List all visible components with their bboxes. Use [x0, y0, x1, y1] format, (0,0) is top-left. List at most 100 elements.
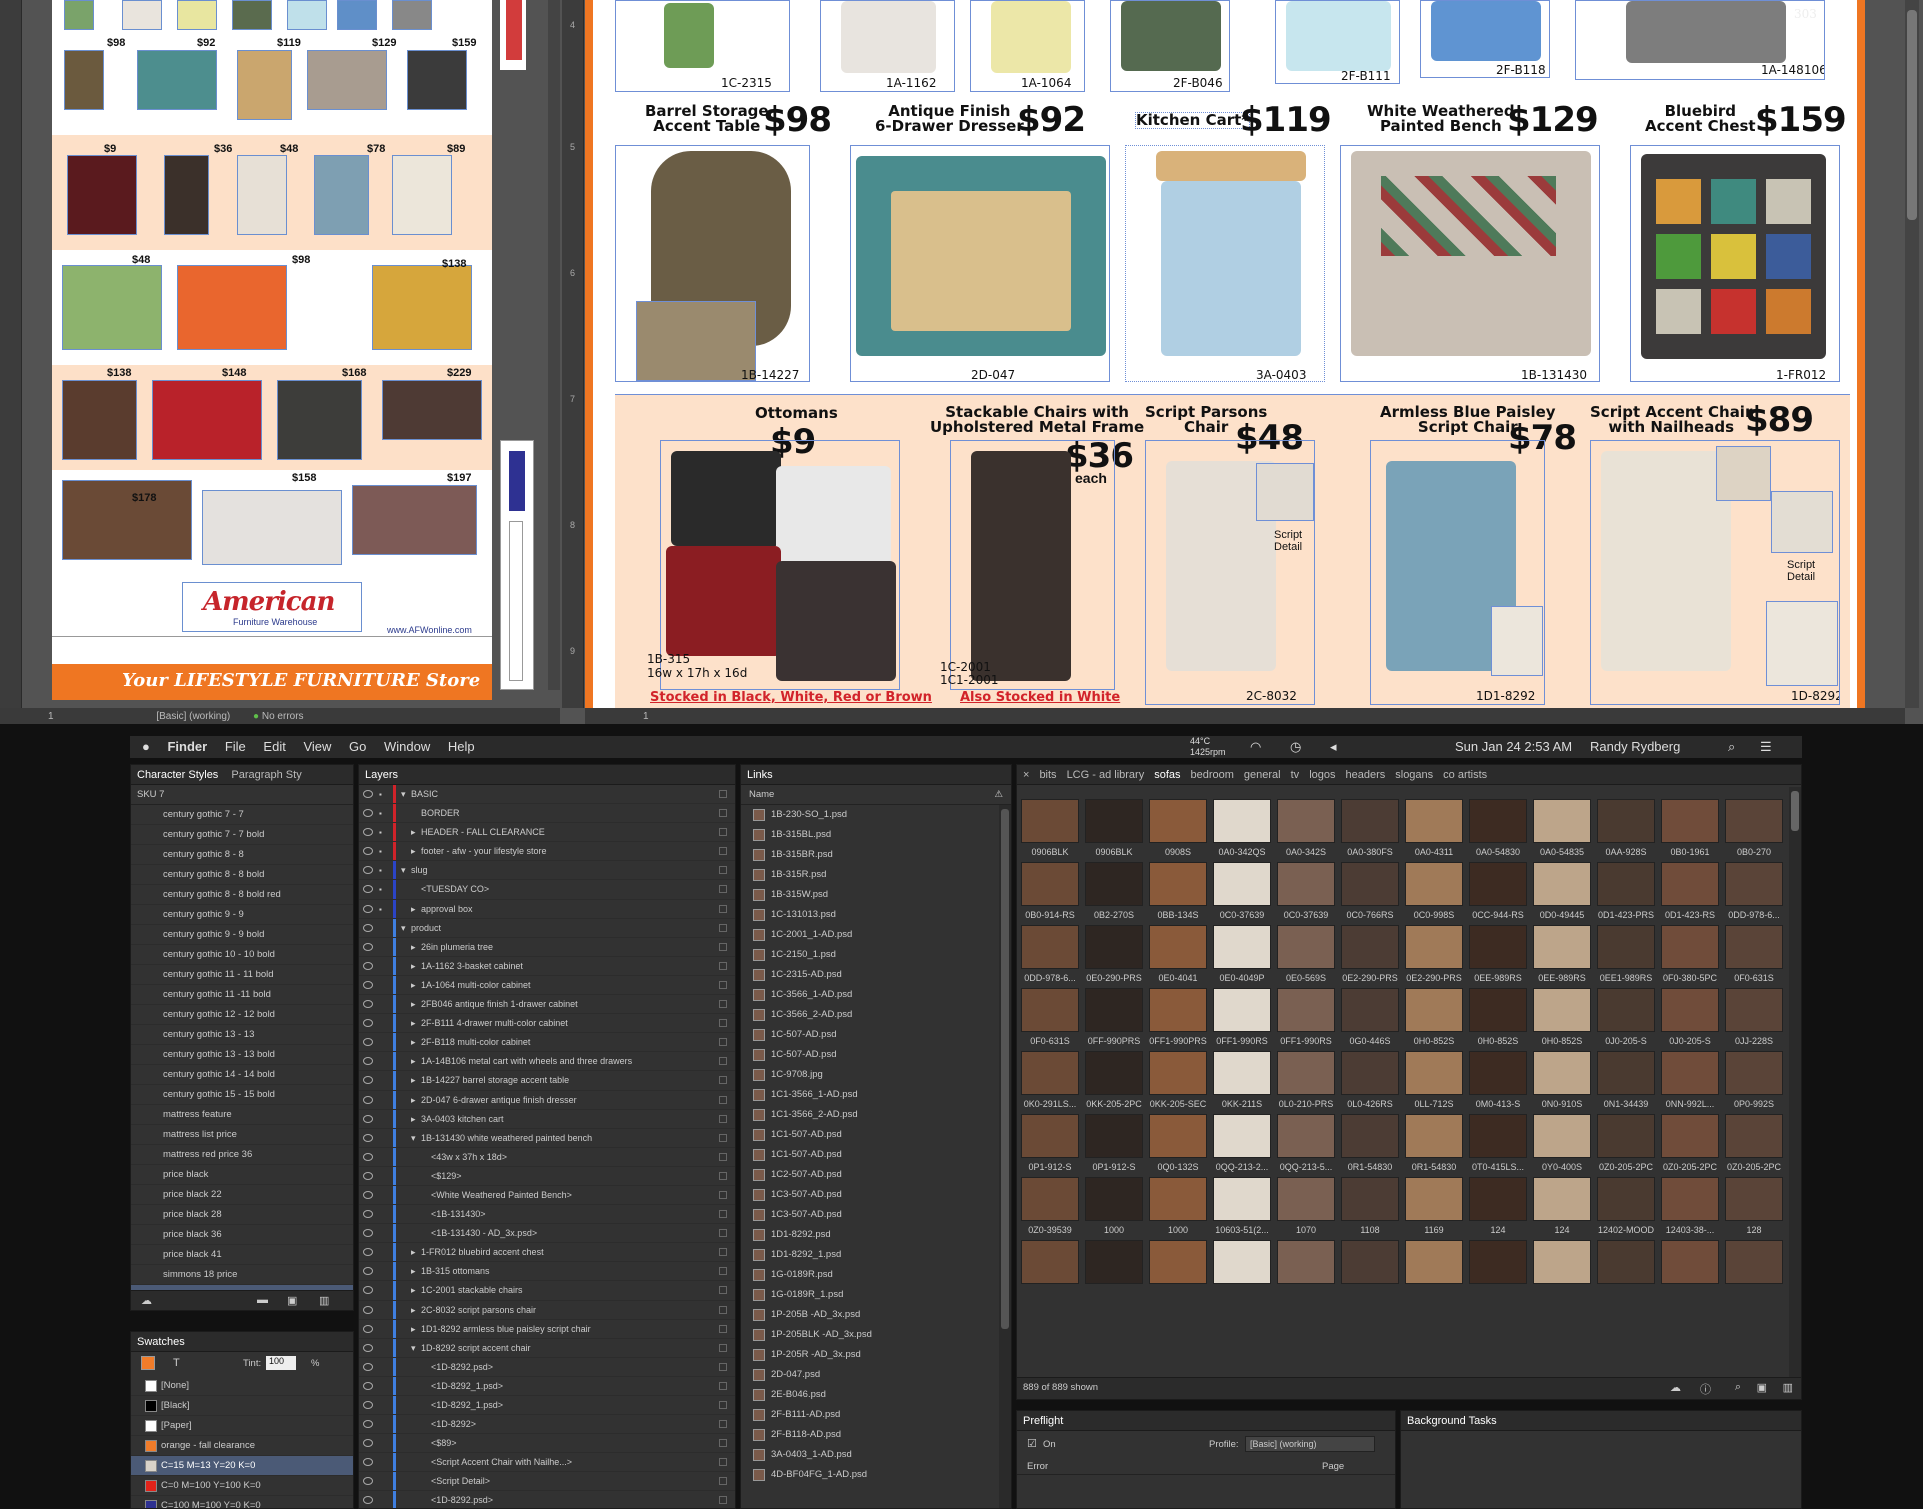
library-item[interactable]: 1070 [1275, 1173, 1337, 1245]
visibility-eye-icon[interactable] [363, 828, 373, 837]
library-item[interactable]: 0C0-998S [1403, 858, 1465, 930]
menu-go[interactable]: Go [349, 739, 366, 754]
layer-target-square[interactable] [719, 1000, 727, 1009]
library-item[interactable]: 0P1-912-S [1083, 1110, 1145, 1182]
expand-right-icon[interactable]: ▸ [411, 842, 416, 860]
layer-item[interactable]: ▸ 1-FR012 bluebird accent chest [359, 1243, 735, 1263]
wifi-icon[interactable]: ◠ [1250, 736, 1261, 758]
library-item[interactable]: 0K0-291LS... [1019, 1047, 1081, 1119]
expand-right-icon[interactable]: ▸ [411, 1262, 416, 1280]
swatch-item[interactable]: [None] [131, 1376, 353, 1396]
visibility-eye-icon[interactable] [363, 1114, 373, 1123]
layer-target-square[interactable] [719, 847, 727, 856]
layer-target-square[interactable] [719, 1496, 727, 1505]
character-style-item[interactable]: century gothic 13 - 13 bold [131, 1045, 353, 1065]
profile-select[interactable]: [Basic] (working) [1245, 1436, 1375, 1452]
layer-item[interactable]: ▪ ▸ footer - afw - your lifestyle store [359, 842, 735, 862]
library-item[interactable]: 1000 [1083, 1173, 1145, 1245]
library-item[interactable]: 0Z0-205-2PC [1723, 1110, 1785, 1182]
character-style-item[interactable]: price black 41 [131, 1245, 353, 1265]
link-item[interactable]: 2D-047.psd [741, 1365, 1011, 1385]
layer-target-square[interactable] [719, 1114, 727, 1123]
layer-target-square[interactable] [719, 1210, 727, 1219]
expand-down-icon[interactable]: ▾ [411, 1339, 416, 1357]
expand-right-icon[interactable]: ▸ [411, 1110, 416, 1128]
layer-item[interactable]: ▾ 1B-131430 white weathered painted bench [359, 1128, 735, 1148]
link-item[interactable]: 2E-B046.psd [741, 1385, 1011, 1405]
product-cell[interactable]: 1B-14227 [615, 145, 810, 382]
visibility-eye-icon[interactable] [363, 1362, 373, 1371]
layer-item[interactable]: ▾ 1D-8292 script accent chair [359, 1338, 735, 1358]
library-item[interactable] [1723, 1236, 1785, 1308]
link-item[interactable]: 4D-BF04FG_1-AD.psd [741, 1465, 1011, 1485]
character-style-item[interactable]: century gothic 9 - 9 [131, 905, 353, 925]
library-item[interactable]: 0KK-205-SEC [1147, 1047, 1209, 1119]
library-scrollbar[interactable] [1789, 787, 1801, 1377]
expand-down-icon[interactable]: ▾ [401, 785, 406, 803]
layer-target-square[interactable] [719, 980, 727, 989]
layer-item[interactable]: ▸ 1A-1162 3-basket cabinet [359, 956, 735, 976]
visibility-eye-icon[interactable] [363, 1343, 373, 1352]
link-item[interactable]: 1C-131013.psd [741, 905, 1011, 925]
layer-item[interactable]: <1D-8292_1.psd> [359, 1376, 735, 1396]
library-item[interactable]: 0H0-852S [1531, 984, 1593, 1056]
character-style-item[interactable]: century gothic 8 - 8 bold [131, 865, 353, 885]
library-item[interactable]: 0F0-380-5PC [1659, 921, 1721, 993]
layer-target-square[interactable] [719, 885, 727, 894]
character-style-item[interactable]: century gothic 11 - 11 bold [131, 965, 353, 985]
links-column-name[interactable]: Name [749, 789, 774, 800]
expand-right-icon[interactable]: ▸ [411, 1052, 416, 1070]
layer-target-square[interactable] [719, 1248, 727, 1257]
library-item[interactable] [1659, 1236, 1721, 1308]
library-item[interactable]: 0Y0-400S [1531, 1110, 1593, 1182]
library-item[interactable]: 0B0-1961 [1659, 795, 1721, 867]
menu-user-name[interactable]: Randy Rydberg [1590, 736, 1680, 758]
layer-target-square[interactable] [719, 1229, 727, 1238]
expand-down-icon[interactable]: ▾ [401, 919, 406, 937]
layer-target-square[interactable] [719, 1095, 727, 1104]
layer-item[interactable]: ▸ 2F-B118 multi-color cabinet [359, 1033, 735, 1053]
product-cell[interactable]: Script Detail 2C-8032 [1145, 440, 1315, 705]
swatch-item[interactable]: [Black] [131, 1396, 353, 1416]
info-icon[interactable]: ⓘ [1700, 1381, 1711, 1397]
library-item[interactable]: 0P0-992S [1723, 1047, 1785, 1119]
swatch-item[interactable]: C=15 M=13 Y=20 K=0 [131, 1456, 353, 1476]
layer-item[interactable]: ▸ 1A-1064 multi-color cabinet [359, 975, 735, 996]
layer-item[interactable]: <$129> [359, 1166, 735, 1186]
character-style-item[interactable]: century gothic 11 -11 bold [131, 985, 353, 1005]
link-item[interactable]: 1C3-507-AD.psd [741, 1185, 1011, 1205]
visibility-eye-icon[interactable] [363, 809, 373, 818]
character-style-item[interactable]: century gothic 8 - 8 [131, 845, 353, 865]
visibility-eye-icon[interactable] [363, 1171, 373, 1180]
product-cell[interactable]: 1A-1064 [970, 0, 1085, 92]
product-cell[interactable]: 1D1-8292 [1370, 440, 1545, 705]
character-style-item[interactable]: century gothic 12 - 12 bold [131, 1005, 353, 1025]
new-item-icon[interactable]: ▣ [1757, 1381, 1767, 1394]
library-item[interactable]: 0DD-978-6... [1723, 858, 1785, 930]
library-item[interactable]: 12403-38-... [1659, 1173, 1721, 1245]
library-item[interactable]: 0906BLK [1083, 795, 1145, 867]
volume-icon[interactable]: ◂ [1330, 736, 1337, 758]
library-item[interactable]: 0A0-380FS [1339, 795, 1401, 867]
library-item[interactable]: 0B2-270S [1083, 858, 1145, 930]
library-item[interactable] [1531, 1236, 1593, 1308]
library-item[interactable]: 0C0-37639 [1275, 858, 1337, 930]
visibility-eye-icon[interactable] [363, 980, 373, 989]
library-item[interactable]: 0N1-34439 [1595, 1047, 1657, 1119]
library-tab[interactable]: slogans [1395, 769, 1433, 781]
product-cell[interactable]: 2F-B118 [1420, 0, 1550, 78]
library-item[interactable]: 0E0-569S [1275, 921, 1337, 993]
apple-icon[interactable]: ● [142, 739, 150, 754]
library-item[interactable]: 0E0-4049P [1211, 921, 1273, 993]
library-item[interactable]: 0QQ-213-5... [1275, 1110, 1337, 1182]
layer-item[interactable]: ▸ 1C-2001 stackable chairs [359, 1281, 735, 1301]
visibility-eye-icon[interactable] [363, 1057, 373, 1066]
link-item[interactable]: 1D1-8292.psd [741, 1225, 1011, 1245]
visibility-eye-icon[interactable] [363, 1229, 373, 1238]
page-number-field[interactable]: 1 [48, 711, 54, 722]
visibility-eye-icon[interactable] [363, 961, 373, 970]
product-cell[interactable]: 2D-047 [850, 145, 1110, 382]
layer-item[interactable]: ▸ 1D1-8292 armless blue paisley script ch… [359, 1319, 735, 1339]
visibility-eye-icon[interactable] [363, 942, 373, 951]
link-item[interactable]: 1G-0189R.psd [741, 1265, 1011, 1285]
